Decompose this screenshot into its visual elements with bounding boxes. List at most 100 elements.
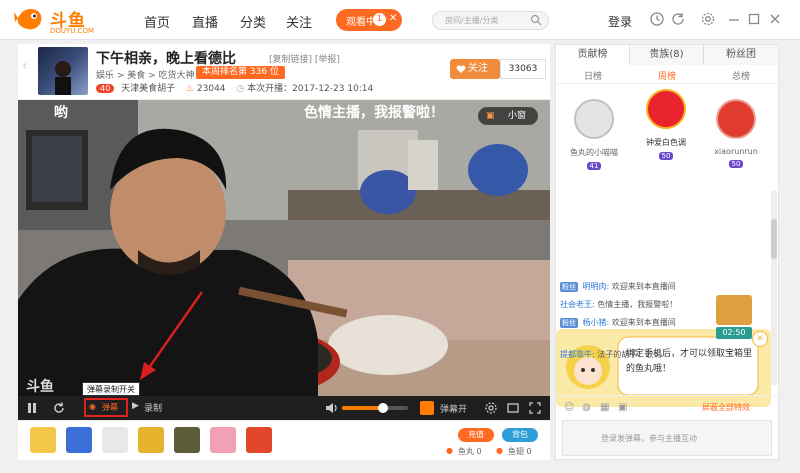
chat-user[interactable]: 提都靠牛: [560, 350, 595, 359]
small-window-label: 小窗 [508, 111, 527, 121]
video-player[interactable]: 哟 色情主播，我报警啦！ ▣ 小窗 斗鱼 弹幕录制开关 [18, 100, 550, 396]
fans-icon[interactable]: ◍ [582, 402, 591, 413]
breadcrumb[interactable]: 娱乐 > 美食 > 吃货大神 [96, 68, 195, 81]
emoji-icon[interactable]: ☺ [564, 402, 574, 413]
watching-badge[interactable]: 观看中 1 ✕ [336, 9, 402, 31]
tab-nobles[interactable]: 贵族(8) [630, 45, 704, 65]
host-name[interactable]: 天津美食胡子 [121, 84, 175, 94]
small-window-button[interactable]: ▣ 小窗 [478, 107, 538, 125]
gift-gold-bar-icon[interactable] [138, 427, 164, 453]
recharge-button[interactable]: 充值 [458, 428, 494, 442]
side-panel: 贡献榜 贵族(8) 粉丝团 日榜 周榜 总榜 鱼丸的小喵喵 41 钟爱白色调 5… [555, 44, 779, 460]
chat-text: 欢迎来到本直播间 [611, 318, 676, 327]
gift-plane-icon[interactable] [102, 427, 128, 453]
shield-effects-toggle[interactable]: 屏蔽全部特效 [702, 402, 750, 413]
color-danmu-icon[interactable]: ▦ [600, 402, 609, 413]
heat-count: 23044 [196, 84, 226, 94]
record-button[interactable]: 录制 [144, 401, 162, 414]
close-icon[interactable]: ✕ [389, 13, 397, 24]
host-level-badge: 40 [96, 84, 115, 93]
rank-3-name: xiaorunrun [714, 147, 758, 156]
chat-user[interactable]: 社会老王: [560, 300, 595, 309]
history-icon[interactable] [649, 11, 665, 27]
gift-helmet-icon[interactable] [174, 427, 200, 453]
nav-live[interactable]: 直播 [192, 12, 218, 31]
danmu-label: 弹幕 [102, 403, 118, 412]
maximize-icon[interactable] [746, 11, 762, 27]
danmu-settings-icon[interactable] [420, 401, 434, 415]
fishball-icon: ● [446, 446, 453, 455]
web-fullscreen-icon[interactable] [506, 401, 520, 415]
chat-input[interactable]: 登录发弹幕，参与主播互动 [562, 420, 772, 456]
chat-message: 提都靠牛: 法子的胡子：歌说 [560, 349, 661, 360]
chat-message: 粉丝 明明肉: 欢迎来到本直播间 [560, 281, 676, 292]
minimize-icon[interactable] [726, 11, 742, 27]
nav-category[interactable]: 分类 [240, 12, 266, 31]
tab-contribution[interactable]: 贡献榜 [556, 45, 630, 65]
tab-daily[interactable]: 日榜 [556, 69, 630, 82]
volume-slider[interactable] [342, 403, 408, 413]
watching-count: 1 [373, 13, 386, 26]
follow-count: 33063 [500, 59, 546, 79]
tab-weekly[interactable]: 周榜 [630, 69, 704, 82]
weekly-rank-badge: 本周排名第 336 位 [196, 66, 285, 79]
fullscreen-icon[interactable] [528, 401, 542, 415]
danmu-open-toggle[interactable]: 弹幕开 [440, 402, 467, 415]
douyu-logo[interactable]: 斗鱼 DOUYU.COM [14, 4, 94, 36]
pip-icon: ▣ [486, 111, 495, 121]
gift-pack-button[interactable]: 背包 [502, 428, 538, 442]
gift-money-icon[interactable] [210, 427, 236, 453]
gift-fireball-icon[interactable] [246, 427, 272, 453]
reload-stream-icon[interactable] [52, 401, 66, 415]
room-title: 下午相亲，晚上看德比 [96, 51, 236, 67]
scrollbar-thumb[interactable] [771, 219, 777, 259]
login-link[interactable]: 登录 [608, 13, 632, 30]
room-actions[interactable]: [复制链接] [举报] [269, 52, 340, 65]
rank-3-level: 50 [728, 160, 744, 168]
volume-knob[interactable] [378, 403, 388, 413]
danmu-message-2: 色情主播，我报警啦！ [304, 105, 444, 121]
rank-2-level: 41 [586, 162, 602, 170]
host-row: 40 天津美食胡子 ♨ 23044 ◷ 本次开播：2017-12-23 10:1… [96, 81, 373, 94]
settings-gear-icon[interactable] [700, 11, 716, 27]
danmu-toggle-button[interactable]: ◉ 弹幕 [84, 398, 128, 417]
nav-home[interactable]: 首页 [144, 12, 170, 31]
tab-fan-club[interactable]: 粉丝团 [704, 45, 778, 65]
gift-wings-icon[interactable] [30, 427, 56, 453]
rank-1[interactable]: 钟爱白色调 50 [636, 89, 696, 161]
chat-text: 法子的胡子：歌说 [597, 350, 662, 359]
nav-follow[interactable]: 关注 [286, 12, 312, 31]
tab-total[interactable]: 总榜 [704, 69, 778, 82]
chevron-left-icon[interactable]: ‹ [22, 58, 34, 84]
banner-close-icon[interactable]: ✕ [752, 331, 768, 347]
fishwing-icon: ● [496, 446, 503, 455]
heart-icon [456, 65, 466, 73]
follow-button[interactable]: 关注 [450, 59, 500, 79]
gift-rocket-icon[interactable] [66, 427, 92, 453]
rank-2[interactable]: 鱼丸的小喵喵 41 [564, 99, 624, 171]
period-tabs: 日榜 周榜 总榜 [556, 66, 778, 84]
volume-icon[interactable] [324, 401, 338, 415]
gift-icon[interactable]: ▣ [618, 402, 627, 413]
search-icon[interactable] [530, 14, 542, 26]
gift-bar: 充值 背包 ● 鱼丸 0 ● 鱼翅 0 [18, 420, 550, 460]
chat-input-zone: ☺ ◍ ▦ ▣ 屏蔽全部特效 登录发弹幕，参与主播互动 [556, 395, 778, 459]
refresh-icon[interactable] [670, 11, 686, 27]
rank-1-name: 钟爱白色调 [646, 138, 686, 147]
top3-podium: 鱼丸的小喵喵 41 钟爱白色调 50 xiaorunrun 50 [556, 85, 778, 177]
chat-message: 粉丝 杨小猪: 欢迎来到本直播间 [560, 317, 676, 328]
chat-user[interactable]: 明明肉: [583, 282, 610, 291]
douyu-watermark: 斗鱼 [26, 379, 54, 395]
chat-scrollbar[interactable] [771, 191, 777, 385]
chat-user[interactable]: 杨小猪: [583, 318, 610, 327]
treasure-chest-icon[interactable] [716, 295, 752, 325]
watching-label: 观看中 [346, 17, 376, 28]
title-bar: 斗鱼 DOUYU.COM 首页 直播 分类 关注 观看中 1 ✕ 房间/主播/分… [0, 0, 800, 40]
search-box[interactable]: 房间/主播/分类 [432, 11, 549, 30]
player-gear-icon[interactable] [484, 401, 498, 415]
close-window-icon[interactable] [767, 11, 783, 27]
chat-input-placeholder: 登录发弹幕，参与主播互动 [601, 434, 697, 443]
pause-icon[interactable] [26, 402, 38, 414]
rank-3[interactable]: xiaorunrun 50 [706, 99, 766, 169]
follow-label: 关注 [468, 63, 488, 74]
